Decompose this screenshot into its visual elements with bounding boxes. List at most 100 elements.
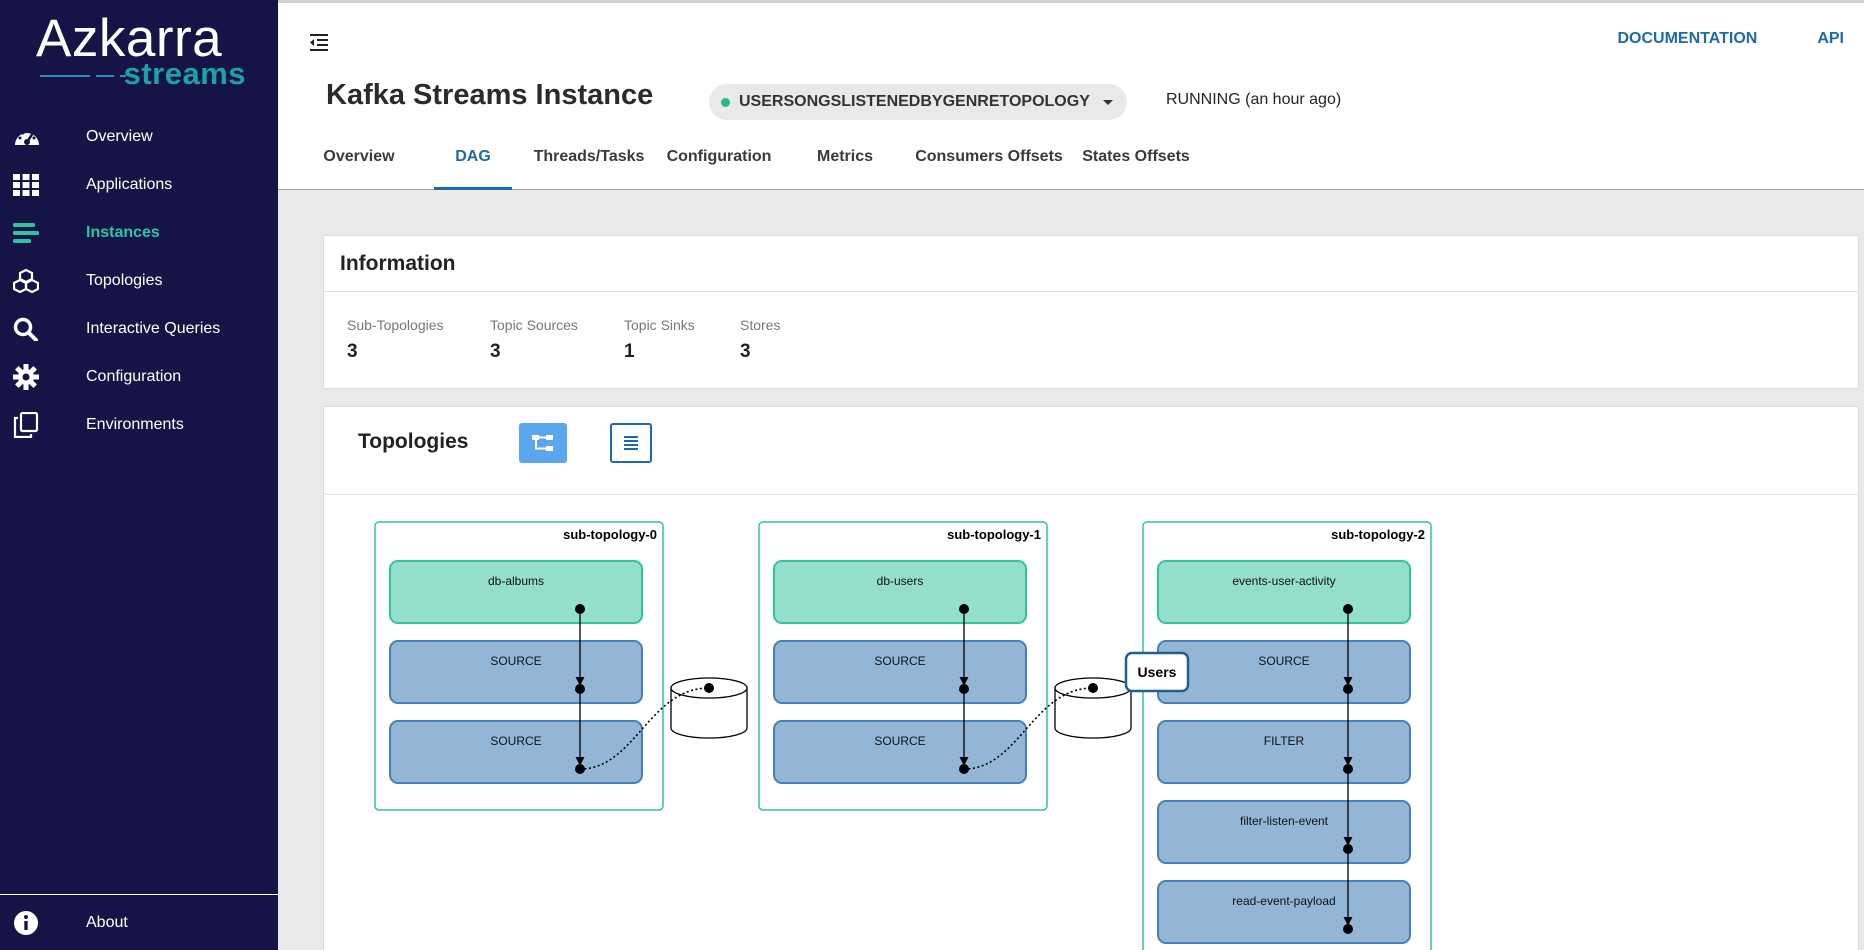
subtopology-label: sub-topology-1 — [947, 527, 1041, 542]
logo-subtext: streams — [123, 56, 246, 91]
tab-threads-tasks[interactable]: Threads/Tasks — [522, 138, 656, 190]
sidebar-item-interactive-queries[interactable]: Interactive Queries — [0, 305, 278, 353]
subtopology-label: sub-topology-0 — [563, 527, 657, 542]
divider — [324, 291, 1858, 292]
stat-value: 3 — [347, 341, 358, 362]
node-label: events-user-activity — [1232, 574, 1335, 588]
node-port-dot — [1343, 924, 1353, 934]
collapse-sidebar-icon[interactable] — [308, 31, 330, 53]
sidebar: Azkarra streams Overview Applications In… — [0, 0, 278, 950]
sidebar-item-about[interactable]: About — [0, 894, 278, 950]
caret-down-icon — [1102, 99, 1113, 105]
processor-node — [1157, 800, 1411, 864]
stat-topic-sinks: Topic Sinks 1 — [624, 317, 695, 363]
api-link[interactable]: API — [1817, 30, 1844, 48]
node-label: FILTER — [1264, 734, 1305, 748]
logo-line — [40, 75, 90, 77]
tab-overview[interactable]: Overview — [306, 138, 412, 190]
info-circle-icon — [0, 910, 86, 936]
stat-value: 1 — [624, 341, 635, 362]
stat-label: Topic Sinks — [624, 317, 695, 333]
node-port-dot — [1343, 604, 1353, 614]
node-port-dot — [1343, 684, 1353, 694]
node-label: filter-listen-event — [1240, 814, 1329, 828]
node-label: db-users — [877, 574, 924, 588]
cubes-icon — [0, 269, 86, 293]
tab-consumers-offsets[interactable]: Consumers Offsets — [914, 138, 1064, 190]
subtopology-group: sub-topology-2 events-user-activity SOURCE… — [1142, 521, 1432, 950]
node-label: db-albums — [488, 574, 544, 588]
documentation-link[interactable]: DOCUMENTATION — [1617, 30, 1757, 48]
sidebar-item-instances[interactable]: Instances — [0, 209, 278, 257]
store-tooltip: Users — [1124, 651, 1190, 693]
node-label: read-event-payload — [1232, 894, 1335, 908]
subtopology-group: sub-topology-1 db-users SOURCE SOURCE — [758, 521, 1132, 811]
dashboard-gauge-icon — [0, 125, 86, 149]
topic-node — [773, 560, 1027, 624]
node-label: SOURCE — [490, 734, 541, 748]
sidebar-item-label: Interactive Queries — [86, 320, 221, 337]
stat-value: 3 — [740, 341, 751, 362]
search-icon — [0, 317, 86, 341]
logo-line — [96, 75, 114, 77]
topologies-card: Topologies sub-topology-0 db-albums SOURCE… — [323, 406, 1859, 950]
store-dot — [1088, 683, 1098, 693]
node-port-dot — [959, 604, 969, 614]
node-label: SOURCE — [874, 654, 925, 668]
processor-node — [1157, 640, 1411, 704]
subtopology-label: sub-topology-2 — [1331, 527, 1425, 542]
stat-sub-topologies: Sub-Topologies 3 — [347, 317, 444, 363]
stat-label: Sub-Topologies — [347, 317, 444, 333]
copy-icon — [0, 412, 86, 438]
processor-node — [1157, 880, 1411, 944]
page-header: DOCUMENTATION API Kafka Streams Instance… — [278, 3, 1864, 190]
sidebar-item-label: About — [86, 913, 128, 931]
sidebar-item-topologies[interactable]: Topologies — [0, 257, 278, 305]
topology-dag: sub-topology-0db-albumsSOURCESOURCEsub-t… — [374, 521, 1432, 950]
store-dot — [704, 683, 714, 693]
node-port-dot — [575, 604, 585, 614]
sidebar-item-overview[interactable]: Overview — [0, 113, 278, 161]
node-label: SOURCE — [874, 734, 925, 748]
sidebar-item-configuration[interactable]: Configuration — [0, 353, 278, 401]
list-lines-icon — [0, 222, 86, 244]
sidebar-item-label: Applications — [86, 176, 173, 193]
status-dot-icon — [721, 97, 730, 107]
topic-node — [1157, 560, 1411, 624]
sidebar-item-environments[interactable]: Environments — [0, 401, 278, 449]
tab-dag[interactable]: DAG — [434, 138, 512, 190]
node-port-dot — [575, 684, 585, 694]
page-title: Kafka Streams Instance — [326, 79, 654, 111]
topology-selector[interactable]: USERSONGSLISTENEDBYGENRETOPOLOGY — [709, 84, 1127, 120]
processor-node — [389, 640, 643, 704]
processor-node — [1157, 720, 1411, 784]
node-label: SOURCE — [1258, 654, 1309, 668]
node-label: SOURCE — [490, 654, 541, 668]
sidebar-item-label: Instances — [86, 224, 160, 241]
azkarra-logo[interactable]: Azkarra streams — [36, 9, 246, 91]
instance-tabs: Overview DAG Threads/Tasks Configuration… — [306, 138, 1192, 190]
information-title: Information — [340, 252, 456, 275]
tab-configuration[interactable]: Configuration — [658, 138, 780, 190]
sidebar-item-label: Overview — [86, 128, 153, 145]
sidebar-item-applications[interactable]: Applications — [0, 161, 278, 209]
node-port-dot — [1343, 844, 1353, 854]
stat-value: 3 — [490, 341, 501, 362]
processor-node — [773, 640, 1027, 704]
subtopology-group: sub-topology-0 db-albums SOURCE SOURCE — [374, 521, 748, 811]
tab-states-offsets[interactable]: States Offsets — [1080, 138, 1192, 190]
sidebar-item-label: Configuration — [86, 368, 182, 385]
processor-node — [389, 720, 643, 784]
grid-icon — [0, 174, 86, 196]
topology-selector-label: USERSONGSLISTENEDBYGENRETOPOLOGY — [739, 93, 1090, 110]
node-port-dot — [1343, 764, 1353, 774]
tooltip-label: Users — [1138, 664, 1177, 680]
instance-status: RUNNING (an hour ago) — [1166, 91, 1342, 108]
stat-topic-sources: Topic Sources 3 — [490, 317, 578, 363]
topic-node — [389, 560, 643, 624]
sidebar-nav: Overview Applications Instances Topologi… — [0, 113, 278, 449]
information-card: Information Sub-Topologies 3 Topic Sourc… — [323, 235, 1859, 389]
processor-node — [773, 720, 1027, 784]
top-links: DOCUMENTATION API — [1617, 30, 1844, 48]
tab-metrics[interactable]: Metrics — [810, 138, 880, 190]
